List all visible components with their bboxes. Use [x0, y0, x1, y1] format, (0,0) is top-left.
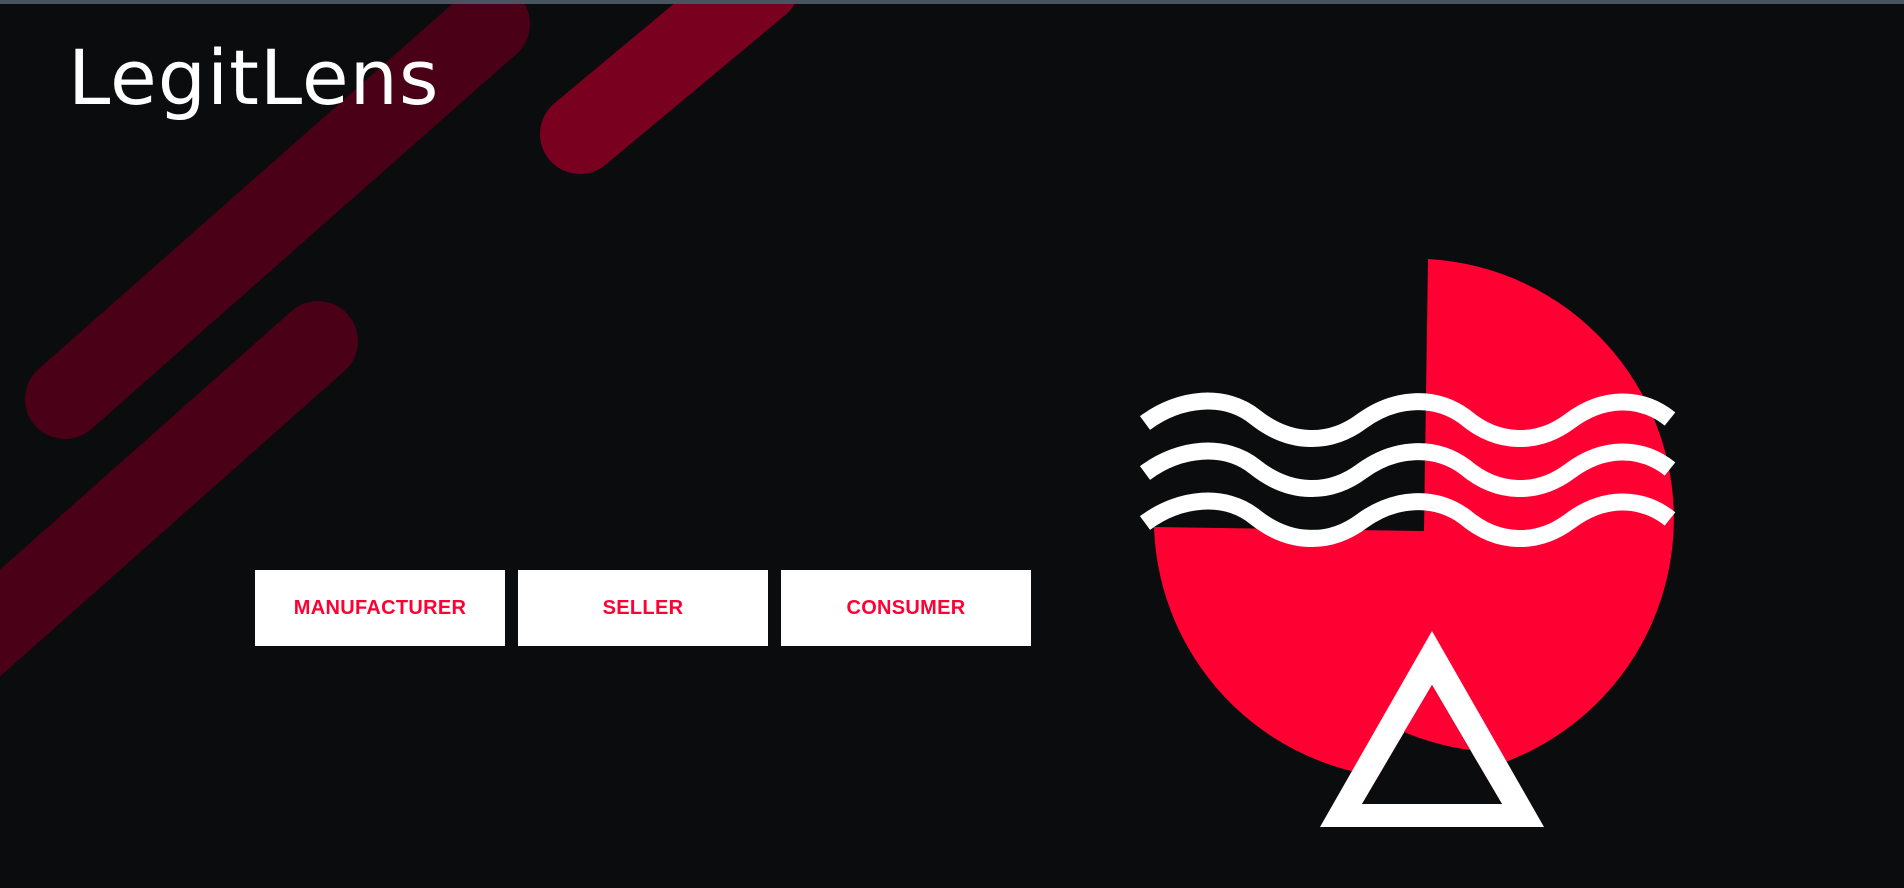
brand-logo[interactable]: LegitLens: [68, 32, 439, 123]
hero-illustration: [1140, 259, 1676, 827]
consumer-button[interactable]: CONSUMER: [781, 570, 1031, 646]
decor-stripe: [540, 4, 795, 174]
seller-button[interactable]: SELLER: [518, 570, 768, 646]
role-selector: MANUFACTURER SELLER CONSUMER: [255, 570, 1031, 646]
manufacturer-button[interactable]: MANUFACTURER: [255, 570, 505, 646]
landing-page: LegitLens MANUFACTURER SELLER CONSUMER: [0, 0, 1904, 888]
